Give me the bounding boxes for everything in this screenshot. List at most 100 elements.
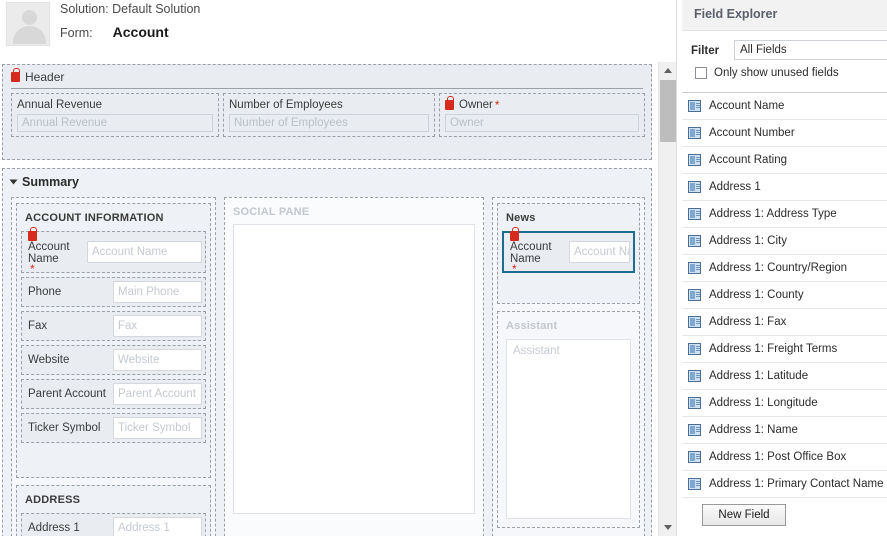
field-explorer-footer: New Field: [682, 501, 887, 536]
required-asterisk: *: [494, 97, 500, 112]
field-website[interactable]: Website Website: [21, 345, 206, 375]
list-item[interactable]: Address 1: Fax: [682, 309, 887, 336]
field-item-icon: [688, 343, 701, 355]
lock-icon: [510, 227, 519, 241]
list-item[interactable]: Account Number: [682, 120, 887, 147]
scrollbar-thumb[interactable]: [660, 80, 676, 142]
field-label: Annual Revenue: [17, 98, 103, 111]
list-item[interactable]: Address 1: Country/Region: [682, 255, 887, 282]
list-item[interactable]: Address 1: City: [682, 228, 887, 255]
group-empty-space[interactable]: [502, 277, 635, 295]
field-explorer-list[interactable]: Account Name Account Number Account Rating…: [682, 92, 887, 501]
field-input[interactable]: Parent Account: [113, 383, 202, 405]
field-address-1[interactable]: Address 1 Address 1: [21, 513, 206, 536]
field-item-label: Address 1: Address Type: [709, 208, 837, 220]
field-input[interactable]: Annual Revenue: [17, 114, 213, 132]
form-label: Form:: [60, 26, 93, 40]
summary-tab-label: Summary: [22, 175, 79, 189]
collapse-triangle-icon[interactable]: [9, 179, 18, 185]
field-input[interactable]: Number of Employees: [229, 114, 429, 132]
list-item[interactable]: Address 1: Post Office Box: [682, 444, 887, 471]
field-fax[interactable]: Fax Fax: [21, 311, 206, 341]
list-item[interactable]: Account Rating: [682, 147, 887, 174]
form-tab-header[interactable]: Header Annual Revenue Annual Revenue Num…: [2, 64, 652, 160]
field-label: Account Name *: [507, 227, 569, 276]
list-item[interactable]: Address 1: County: [682, 282, 887, 309]
header-field-annual-revenue[interactable]: Annual Revenue Annual Revenue: [11, 93, 219, 137]
group-address[interactable]: ADDRESS Address 1 Address 1: [16, 485, 211, 536]
user-avatar-icon: [6, 2, 50, 46]
field-item-icon: [688, 181, 701, 193]
list-item[interactable]: Address 1: Freight Terms: [682, 336, 887, 363]
field-input[interactable]: Website: [113, 349, 202, 371]
group-news[interactable]: News Account Name * Account Nam: [497, 203, 640, 304]
field-input[interactable]: Address 1: [113, 517, 202, 536]
form-design-canvas[interactable]: Header Annual Revenue Annual Revenue Num…: [0, 62, 658, 536]
header-tab-title: Header: [11, 68, 64, 84]
field-news-account-name[interactable]: Account Name * Account Nam: [502, 227, 635, 276]
field-item-label: Address 1: Latitude: [709, 370, 809, 382]
field-item-icon: [688, 370, 701, 382]
form-tab-summary[interactable]: Summary ACCOUNT INFORMATION Account Name…: [2, 168, 652, 536]
scroll-down-arrow-icon[interactable]: [659, 519, 676, 536]
only-show-unused-fields-checkbox[interactable]: [695, 67, 707, 79]
social-pane-placeholder: [234, 225, 474, 235]
summary-column-3[interactable]: News Account Name * Account Nam A: [492, 197, 645, 536]
field-label: Ticker Symbol: [28, 422, 101, 434]
field-item-label: Address 1: Post Office Box: [709, 451, 847, 463]
form-title-bar: Solution: Default Solution Form: Account: [0, 0, 676, 62]
field-input[interactable]: Main Phone: [113, 281, 202, 303]
filter-select[interactable]: All Fields: [734, 40, 887, 60]
filter-label: Filter: [691, 45, 720, 57]
field-input[interactable]: Owner: [445, 114, 639, 132]
group-title: News: [506, 212, 536, 224]
group-assistant[interactable]: Assistant Assistant: [497, 311, 640, 528]
only-show-unused-fields-row[interactable]: Only show unused fields: [695, 67, 839, 79]
field-item-label: Address 1: Longitude: [709, 397, 818, 409]
field-input[interactable]: Fax: [113, 315, 202, 337]
field-input[interactable]: Account Name: [87, 241, 202, 263]
form-canvas-scrollbar[interactable]: [658, 62, 676, 536]
field-parent-account[interactable]: Parent Account Parent Account: [21, 379, 206, 409]
field-explorer-titlebar: Field Explorer: [682, 0, 887, 30]
solution-row: Solution: Default Solution: [60, 2, 200, 24]
header-field-number-of-employees[interactable]: Number of Employees Number of Employees: [223, 93, 435, 137]
group-title-social-pane: SOCIAL PANE: [233, 206, 310, 218]
list-item[interactable]: Address 1: Name: [682, 417, 887, 444]
field-label: Account Name *: [25, 227, 87, 275]
field-account-name[interactable]: Account Name * Account Name: [21, 227, 206, 275]
list-item[interactable]: Address 1: Primary Contact Name: [682, 471, 887, 498]
summary-column-1[interactable]: ACCOUNT INFORMATION Account Name * Accou…: [11, 197, 216, 536]
list-item[interactable]: Address 1: Latitude: [682, 363, 887, 390]
scroll-up-arrow-icon[interactable]: [659, 62, 676, 79]
group-account-information[interactable]: ACCOUNT INFORMATION Account Name * Accou…: [16, 203, 211, 478]
group-title: ADDRESS: [25, 494, 81, 506]
header-field-owner[interactable]: Owner * Owner: [439, 93, 645, 137]
list-item[interactable]: Address 1: Address Type: [682, 201, 887, 228]
form-name-value: Account: [112, 24, 169, 40]
field-label: Parent Account: [28, 388, 106, 400]
list-item[interactable]: Address 1: Longitude: [682, 390, 887, 417]
new-field-button[interactable]: New Field: [702, 504, 786, 526]
lock-icon: [11, 68, 20, 82]
assistant-placeholder: Assistant: [513, 345, 560, 357]
summary-tab-title[interactable]: Summary: [9, 175, 79, 189]
list-item[interactable]: Address 1: [682, 174, 887, 201]
field-input[interactable]: Ticker Symbol: [113, 417, 202, 439]
summary-column-2[interactable]: SOCIAL PANE: [224, 197, 484, 536]
field-item-label: Account Name: [709, 100, 785, 112]
group-title: Assistant: [506, 320, 558, 332]
field-ticker-symbol[interactable]: Ticker Symbol Ticker Symbol: [21, 413, 206, 443]
solution-label: Solution: Default Solution: [60, 2, 201, 16]
field-item-label: Address 1: Primary Contact Name: [709, 478, 884, 490]
field-item-label: Address 1: Freight Terms: [709, 343, 838, 355]
assistant-box[interactable]: Assistant: [506, 339, 631, 519]
list-item[interactable]: Account Name: [682, 93, 887, 120]
required-asterisk: *: [512, 262, 517, 276]
lock-icon: [445, 95, 454, 110]
group-empty-space[interactable]: [21, 447, 206, 469]
field-phone[interactable]: Phone Main Phone: [21, 277, 206, 307]
field-label: Number of Employees: [229, 98, 343, 111]
field-input[interactable]: Account Nam: [569, 241, 630, 263]
social-pane-box[interactable]: [233, 224, 475, 514]
